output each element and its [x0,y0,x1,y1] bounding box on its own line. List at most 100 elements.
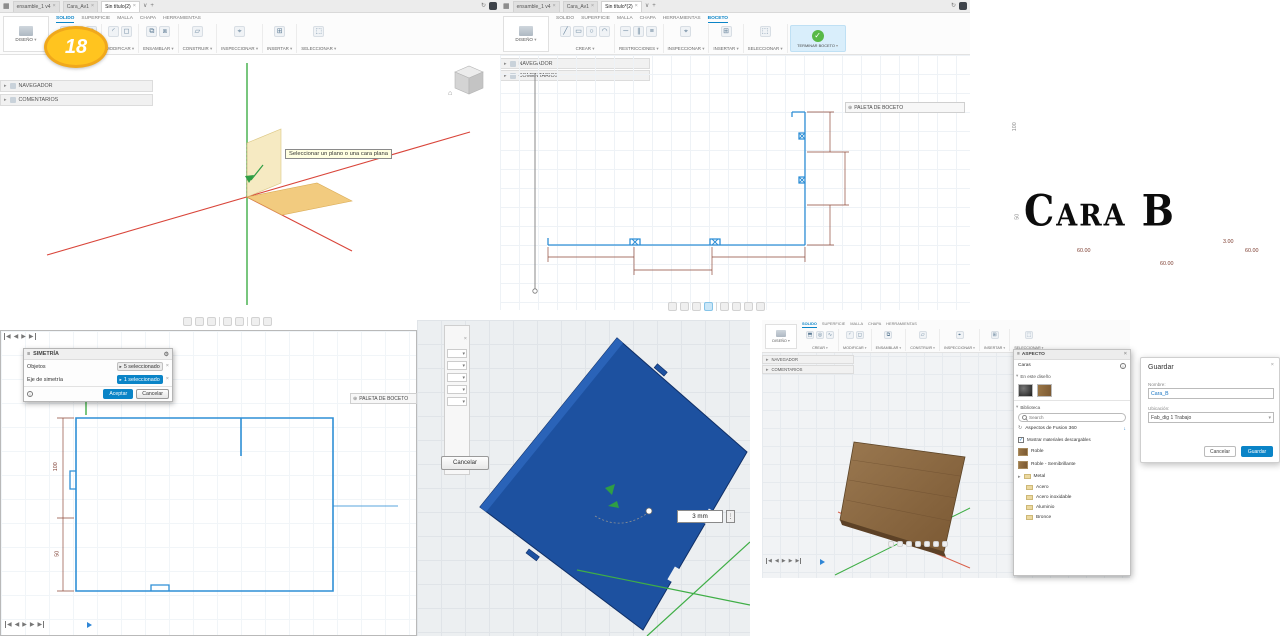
close-icon[interactable] [591,4,594,10]
tab-herramientas[interactable]: HERRAMIENTAS [663,16,701,23]
dropdown-field[interactable]: ▾ [447,349,467,358]
doc-tab[interactable]: Cara_Av1 [62,0,99,12]
extrude-manipulator[interactable] [645,507,653,515]
dimension-label[interactable]: 50 [54,549,61,558]
category-metal[interactable]: Metal [1014,471,1130,482]
plane-icon[interactable]: ▱ [918,331,927,339]
blue-panel[interactable] [479,337,748,631]
measure-icon[interactable]: ⌖ [955,331,964,339]
tab-superficie[interactable]: SUPERFICIE [581,16,610,23]
fit-icon[interactable] [223,317,232,326]
group-label[interactable]: CONSTRUIR [910,346,932,350]
info-icon[interactable] [1120,362,1126,369]
app-grid-icon[interactable] [3,3,10,10]
doc-tab-active[interactable]: Sin título*(2) [601,0,642,12]
grid-settings-icon[interactable] [744,302,753,311]
play-icon[interactable] [782,558,786,564]
clear-selection-icon[interactable] [166,377,169,383]
go-end-icon[interactable] [795,558,802,564]
tab-superficie[interactable]: SUPERFICIE [81,16,110,23]
search-input[interactable] [1029,415,1122,420]
tab-solido[interactable]: SOLIDO [556,16,574,23]
close-icon[interactable] [53,4,56,10]
tab-superficie[interactable]: SUPERFICIE [822,321,845,328]
dropdown-field[interactable]: ▾ [447,397,467,406]
pan-icon[interactable] [183,317,192,326]
appearance-header[interactable]: ASPECTO [1014,350,1130,360]
step-forward-icon[interactable] [789,558,793,564]
viewcube[interactable] [447,58,493,104]
material-item[interactable]: Bronce [1014,512,1130,522]
timeline-marker-icon[interactable] [87,622,92,628]
tab-solido[interactable]: SOLIDO [56,16,75,23]
close-icon[interactable] [553,4,556,10]
dark-appearance-swatch[interactable] [1018,383,1033,397]
insert-icon[interactable]: ⊞ [274,26,286,37]
downloadable-row[interactable]: Mostrar materiales descargables [1014,434,1130,445]
fillet-icon[interactable]: ◜ [845,331,854,339]
expand-icon[interactable] [848,105,852,111]
finish-sketch-button[interactable]: TERMINAR BOCETO [789,25,846,52]
circle-icon[interactable]: ○ [586,26,597,37]
line-icon[interactable]: ╱ [560,26,571,37]
group-label[interactable]: INSERTAR [267,46,289,51]
refresh-icon[interactable] [1018,426,1022,431]
viewports-icon[interactable] [942,541,948,547]
press-pull-icon[interactable]: ◻ [855,331,864,339]
info-icon[interactable] [27,391,33,397]
design-menu[interactable]: DISEÑO [765,324,797,349]
appearance-search[interactable] [1018,413,1126,422]
dimension-label[interactable]: 3.00 [1222,239,1235,246]
pan-icon[interactable] [888,541,894,547]
avatar[interactable] [959,2,967,10]
rectangle-icon[interactable]: ▭ [573,26,584,37]
group-label[interactable]: INSPECCIONAR [944,346,972,350]
drag-handle-icon[interactable] [1017,352,1020,357]
display-settings-icon[interactable] [924,541,930,547]
parallel-constraint-icon[interactable]: ∥ [633,26,645,37]
sweep-icon[interactable]: ∿ [826,331,834,339]
app-grid-icon[interactable] [503,3,510,10]
go-end-icon[interactable] [38,621,45,628]
group-label[interactable]: CREAR [812,346,825,350]
grid-settings-icon[interactable] [251,317,260,326]
tab-chapa[interactable]: CHAPA [640,16,656,23]
sketch-rectangle[interactable] [75,417,334,592]
fillet-icon[interactable]: ◜ [108,26,120,37]
group-label[interactable]: SELECCIONAR [748,46,779,51]
arc-icon[interactable]: ◠ [599,26,610,37]
doc-tab[interactable]: Cara_Av1 [562,0,599,12]
dimension-label[interactable]: 60.00 [1076,248,1092,255]
tab-chapa[interactable]: CHAPA [868,321,881,328]
sketch-palette-header[interactable]: PALETA DE BOCETO [845,102,965,113]
design-menu[interactable]: DISEÑO [3,16,49,52]
new-tab-icon[interactable] [150,3,154,9]
fit-icon[interactable] [915,541,921,547]
insert-icon[interactable]: ⊞ [720,26,732,37]
shell-icon[interactable]: ◻ [121,26,133,37]
drag-handle-icon[interactable] [726,510,735,523]
group-label[interactable]: SELECCIONAR [301,46,332,51]
play-icon[interactable] [22,621,27,628]
save-button[interactable]: Guardar [1241,446,1273,457]
close-icon[interactable] [464,336,467,342]
cancel-button[interactable]: Cancelar [441,456,489,470]
tab-list-icon[interactable] [645,3,649,9]
viewports-icon[interactable] [263,317,272,326]
joint-icon[interactable]: ⧉ [146,26,158,37]
joint-icon[interactable]: ⧉ [884,331,893,339]
group-label[interactable]: ENSAMBLAR [143,46,170,51]
material-item[interactable]: Aluminio [1014,502,1130,512]
revolve-icon[interactable]: ◎ [816,331,824,339]
appearance-item[interactable]: Roble - Semibrillante [1014,458,1130,471]
zoom-icon[interactable] [906,541,912,547]
download-icon[interactable] [1124,426,1127,432]
library-section[interactable]: Biblioteca [1014,402,1130,412]
measure-icon[interactable]: ⌖ [680,26,692,37]
orbit-icon[interactable] [897,541,903,547]
zoom-icon[interactable] [692,302,701,311]
clear-selection-icon[interactable] [166,364,169,370]
tab-boceto[interactable]: BOCETO [707,16,729,23]
material-item[interactable]: Acero inoxidable [1014,492,1130,502]
go-start-icon[interactable] [5,621,12,628]
